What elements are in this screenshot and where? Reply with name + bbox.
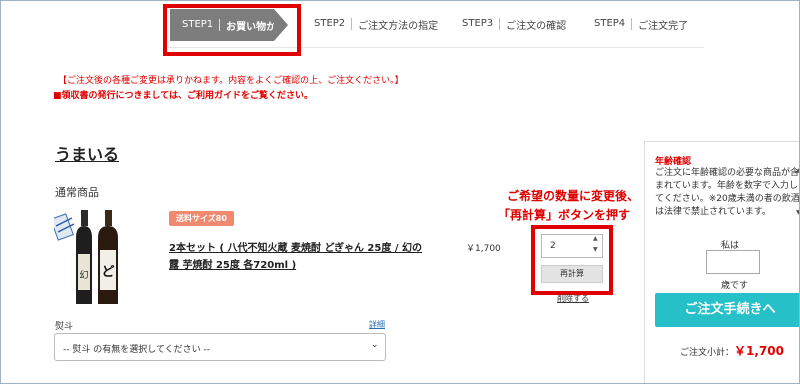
label-right-glyph: ど [101, 265, 114, 280]
scroll-up-icon[interactable]: ▲ [796, 167, 799, 174]
step-2-order-method: STEP2 ご注文方法の指定 [314, 3, 438, 45]
notice-no-changes: 【ご注文後の各種ご変更は承りかねます。内容をよくご確認の上、ご注文ください。】 [58, 76, 404, 86]
noshi-detail-link[interactable]: 詳細 [369, 319, 385, 330]
step-3-confirm: STEP3 ご注文の確認 [462, 3, 566, 45]
label-left-glyph: 幻 [79, 269, 88, 281]
noshi-select[interactable]: -- 熨斗 の有無を選択してください -- [54, 333, 386, 361]
subtotal-label: ご注文小計： [680, 348, 735, 358]
subtotal: ご注文小計：￥1,700 [680, 342, 784, 359]
delete-link[interactable]: 削除する [557, 293, 589, 304]
shop-name[interactable]: うまいる [55, 141, 119, 165]
section-label: 通常商品 [55, 186, 99, 199]
age-check-text: ご注文に年齢確認の必要な商品が含まれています。年齢を数字で入力してください。※2… [655, 168, 800, 217]
step-number: STEP4 [594, 18, 633, 30]
step-label: ご注文方法の指定 [358, 20, 439, 32]
step-4-complete: STEP4 ご注文完了 [594, 3, 688, 45]
step-label: ご注文完了 [638, 20, 689, 32]
step-number: STEP3 [462, 18, 501, 30]
highlight-box-step1 [163, 4, 301, 56]
product-price: ￥1,700 [466, 244, 501, 254]
checkout-button[interactable]: ご注文手続きへ [655, 293, 799, 327]
notice-receipt: ■領収書の発行につきましては、ご利用ガイドをご覧ください。 [53, 91, 314, 101]
noshi-label: 熨斗 [55, 322, 74, 332]
age-suffix-label: 歳です [721, 281, 749, 291]
subtotal-amount: ￥1,700 [734, 344, 784, 358]
scroll-down-icon[interactable]: ▼ [796, 209, 799, 216]
age-check-title: 年齢確認 [655, 157, 692, 167]
product-name-link[interactable]: 2本セット ( 八代不知火蔵 麦焼酎 どぎゃん 25度 / 幻の露 芋焼酎 25… [169, 240, 429, 274]
bottle-neck-right [105, 210, 112, 226]
chevron-down-icon: ⌄ [371, 340, 379, 350]
product-image[interactable]: 幻 ど [54, 208, 124, 308]
step-number: STEP2 [314, 18, 353, 30]
shipping-size-badge: 送料サイズ80 [169, 211, 234, 226]
step-label: ご注文の確認 [506, 20, 567, 32]
callout-line1: ご希望の数量に変更後、 [507, 189, 640, 203]
highlight-box-quantity [531, 225, 613, 295]
bottle-neck-left [81, 210, 88, 226]
page-frame: STEP1 お買い物かご STEP2 ご注文方法の指定 STEP3 ご注文の確認… [0, 0, 800, 384]
callout-line2: 「再計算」ボタンを押す [498, 208, 631, 222]
gift-ribbon-icon [54, 213, 74, 241]
age-input[interactable] [706, 250, 760, 274]
